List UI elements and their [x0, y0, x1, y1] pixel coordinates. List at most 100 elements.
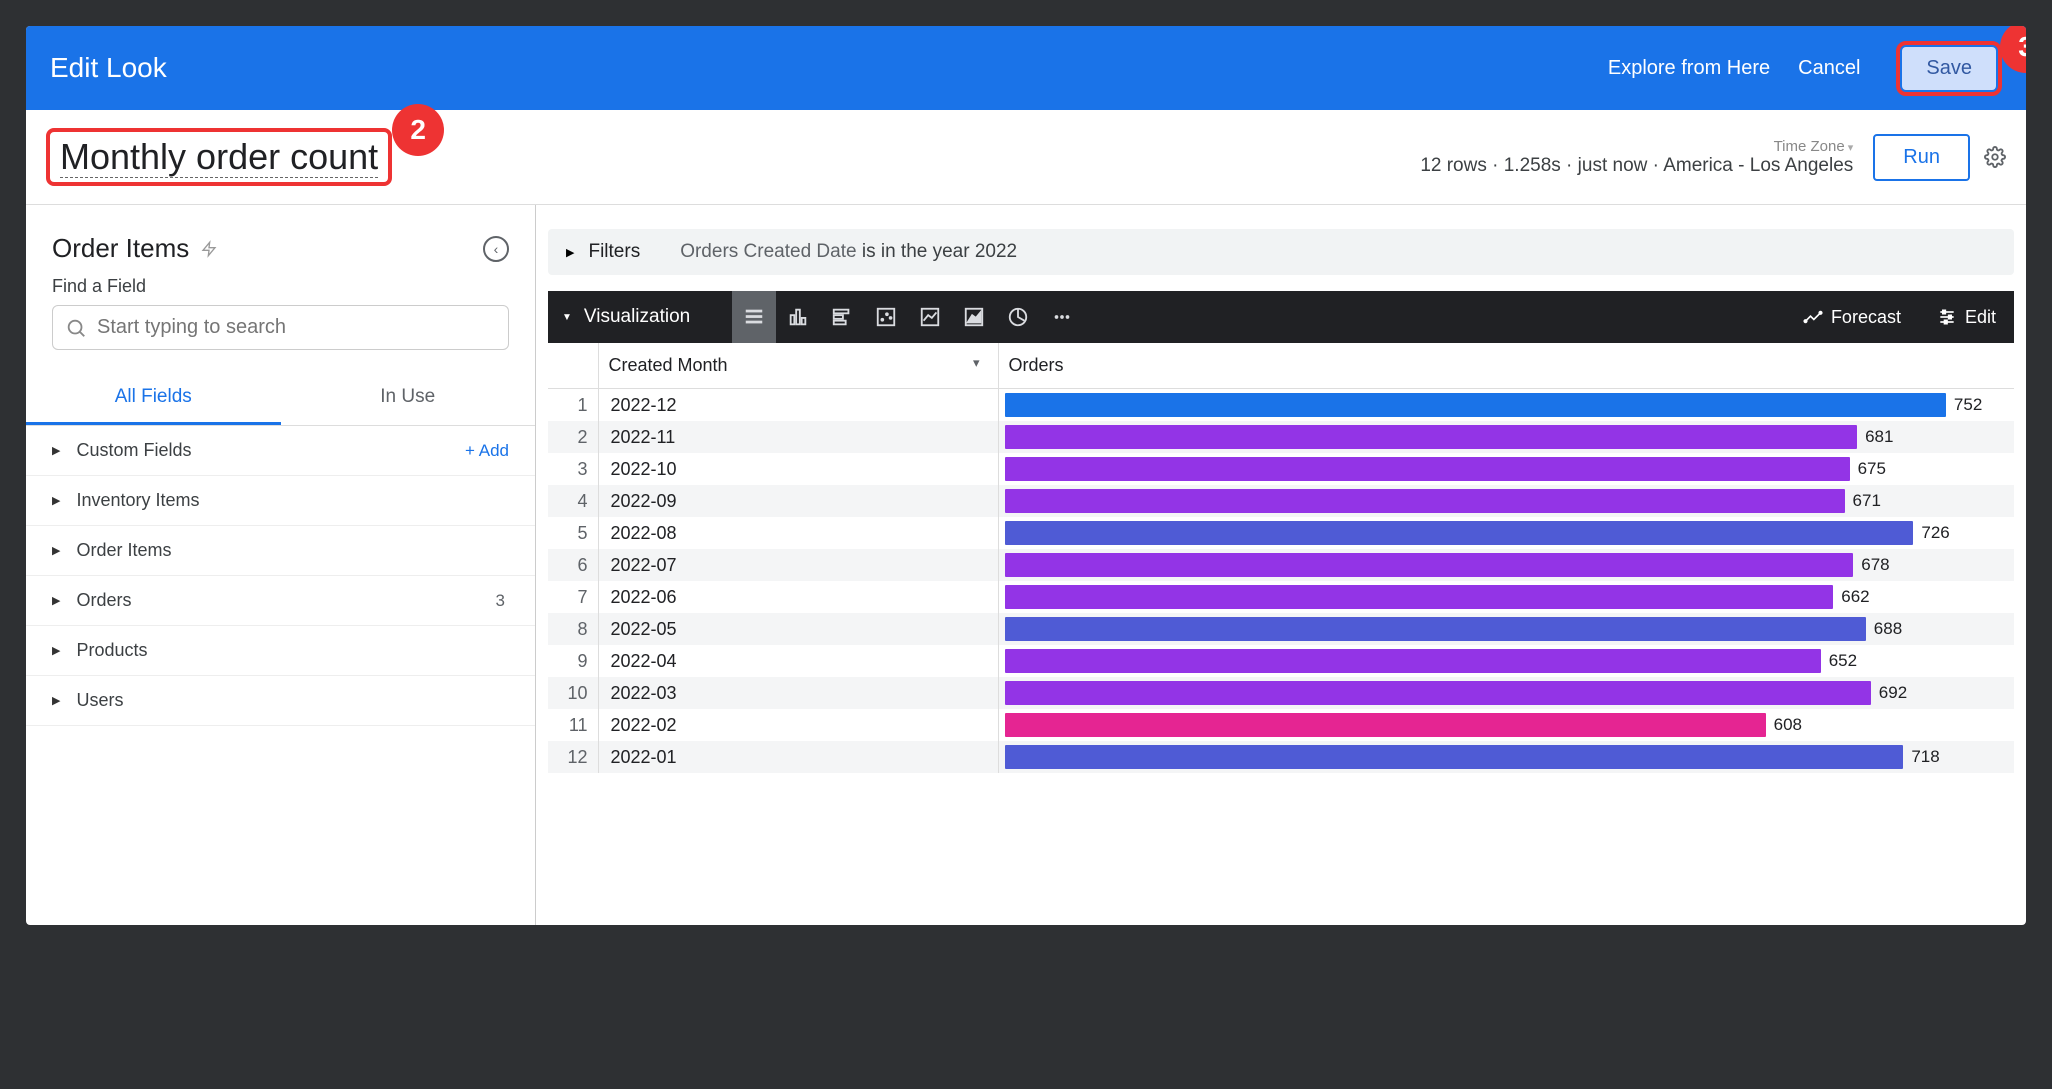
filters-bar[interactable]: ▶ Filters Orders Created Date is in the … — [548, 229, 2014, 275]
viz-edit-button[interactable]: Edit — [1919, 307, 2014, 328]
cell-created-month[interactable]: 2022-02 — [598, 709, 998, 741]
table-row: 1 2022-12 752 — [548, 389, 2014, 422]
forecast-icon — [1803, 307, 1823, 327]
cell-created-month[interactable]: 2022-01 — [598, 741, 998, 773]
look-title-input[interactable]: Monthly order count — [60, 136, 378, 178]
gear-icon[interactable] — [1984, 146, 2006, 168]
cell-orders[interactable]: 675 — [998, 453, 2014, 485]
filters-description: Orders Created Date is in the year 2022 — [680, 241, 1017, 263]
status-line: 12 rows · 1.258s · just now · America - … — [1420, 155, 1853, 177]
bar-value: 662 — [1841, 587, 1869, 607]
table-row: 10 2022-03 692 — [548, 677, 2014, 709]
field-group[interactable]: ▶ Users — [26, 676, 535, 726]
cell-orders[interactable]: 678 — [998, 549, 2014, 581]
table-row: 8 2022-05 688 — [548, 613, 2014, 645]
bar-value: 688 — [1874, 619, 1902, 639]
viz-type-table-icon[interactable] — [732, 291, 776, 343]
cancel-link[interactable]: Cancel — [1798, 57, 1860, 80]
chevron-down-icon: ▾ — [973, 355, 980, 371]
search-input[interactable] — [97, 316, 496, 339]
cell-created-month[interactable]: 2022-08 — [598, 517, 998, 549]
bar — [1005, 745, 1904, 769]
viz-type-area-icon[interactable] — [952, 291, 996, 343]
cell-orders[interactable]: 652 — [998, 645, 2014, 677]
annotation-title-highlight: Monthly order count 2 — [46, 128, 392, 186]
collapse-sidebar-icon[interactable]: ‹ — [483, 236, 509, 262]
bar — [1005, 393, 1946, 417]
field-group[interactable]: ▶ Products — [26, 626, 535, 676]
column-header-created-month[interactable]: Created Month ▾ — [598, 343, 998, 389]
caret-down-icon[interactable]: ▼ — [562, 312, 572, 323]
field-usage-count: 3 — [496, 591, 509, 611]
filters-label: Filters — [588, 241, 640, 263]
field-group-name: Order Items — [76, 540, 509, 561]
topbar: Edit Look Explore from Here Cancel Save … — [26, 26, 2026, 110]
viz-type-line-icon[interactable] — [908, 291, 952, 343]
cell-orders[interactable]: 688 — [998, 613, 2014, 645]
timezone-dropdown[interactable]: Time Zone — [1420, 138, 1853, 155]
row-index: 9 — [548, 645, 598, 677]
sliders-icon — [1937, 307, 1957, 327]
cell-orders[interactable]: 671 — [998, 485, 2014, 517]
field-group-name: Custom Fields — [76, 440, 465, 461]
bar — [1005, 617, 1866, 641]
field-group[interactable]: ▶ Inventory Items — [26, 476, 535, 526]
cell-created-month[interactable]: 2022-06 — [598, 581, 998, 613]
cell-orders[interactable]: 718 — [998, 741, 2014, 773]
visualization-bar: ▼ Visualization Forecast — [548, 291, 2014, 343]
cell-created-month[interactable]: 2022-03 — [598, 677, 998, 709]
field-group-name: Orders — [76, 590, 495, 611]
cell-created-month[interactable]: 2022-10 — [598, 453, 998, 485]
field-group[interactable]: ▶ Order Items — [26, 526, 535, 576]
viz-type-pie-icon[interactable] — [996, 291, 1040, 343]
bar — [1005, 553, 1854, 577]
field-tabs: All Fields In Use — [26, 372, 535, 426]
cell-created-month[interactable]: 2022-04 — [598, 645, 998, 677]
table-row: 3 2022-10 675 — [548, 453, 2014, 485]
cell-created-month[interactable]: 2022-11 — [598, 421, 998, 453]
forecast-button[interactable]: Forecast — [1785, 307, 1919, 328]
viz-type-column-icon[interactable] — [776, 291, 820, 343]
row-index: 12 — [548, 741, 598, 773]
row-index: 2 — [548, 421, 598, 453]
field-group[interactable]: ▶ Custom Fields + Add — [26, 426, 535, 476]
viz-type-scatter-icon[interactable] — [864, 291, 908, 343]
table-row: 2 2022-11 681 — [548, 421, 2014, 453]
save-button[interactable]: Save — [1902, 47, 1996, 90]
edit-look-app: Edit Look Explore from Here Cancel Save … — [26, 26, 2026, 925]
tab-all-fields[interactable]: All Fields — [26, 372, 281, 425]
cell-created-month[interactable]: 2022-05 — [598, 613, 998, 645]
explore-from-here-link[interactable]: Explore from Here — [1608, 57, 1770, 80]
bar-value: 752 — [1954, 395, 1982, 415]
cell-created-month[interactable]: 2022-07 — [598, 549, 998, 581]
search-input-wrap[interactable] — [52, 305, 509, 350]
field-group-name: Inventory Items — [76, 490, 509, 511]
tab-in-use[interactable]: In Use — [281, 372, 536, 425]
column-header-orders[interactable]: Orders — [998, 343, 2014, 389]
viz-type-more-icon[interactable] — [1040, 291, 1084, 343]
find-field-label: Find a Field — [52, 276, 509, 297]
field-group[interactable]: ▶ Orders 3 — [26, 576, 535, 626]
table-row: 7 2022-06 662 — [548, 581, 2014, 613]
bar-value: 692 — [1879, 683, 1907, 703]
run-button[interactable]: Run — [1873, 134, 1970, 181]
table-row: 12 2022-01 718 — [548, 741, 2014, 773]
cell-created-month[interactable]: 2022-09 — [598, 485, 998, 517]
cell-orders[interactable]: 752 — [998, 389, 2014, 422]
bar-value: 652 — [1829, 651, 1857, 671]
cell-orders[interactable]: 681 — [998, 421, 2014, 453]
viz-type-bar-icon[interactable] — [820, 291, 864, 343]
add-custom-field-link[interactable]: + Add — [465, 441, 509, 461]
cell-orders[interactable]: 692 — [998, 677, 2014, 709]
search-icon — [65, 317, 87, 339]
caret-right-icon: ▶ — [52, 444, 60, 457]
caret-right-icon: ▶ — [52, 594, 60, 607]
field-group-name: Users — [76, 690, 509, 711]
row-index: 1 — [548, 389, 598, 422]
cell-orders[interactable]: 662 — [998, 581, 2014, 613]
cell-created-month[interactable]: 2022-12 — [598, 389, 998, 422]
cell-orders[interactable]: 726 — [998, 517, 2014, 549]
cell-orders[interactable]: 608 — [998, 709, 2014, 741]
bolt-icon[interactable] — [201, 238, 217, 260]
bar — [1005, 681, 1871, 705]
